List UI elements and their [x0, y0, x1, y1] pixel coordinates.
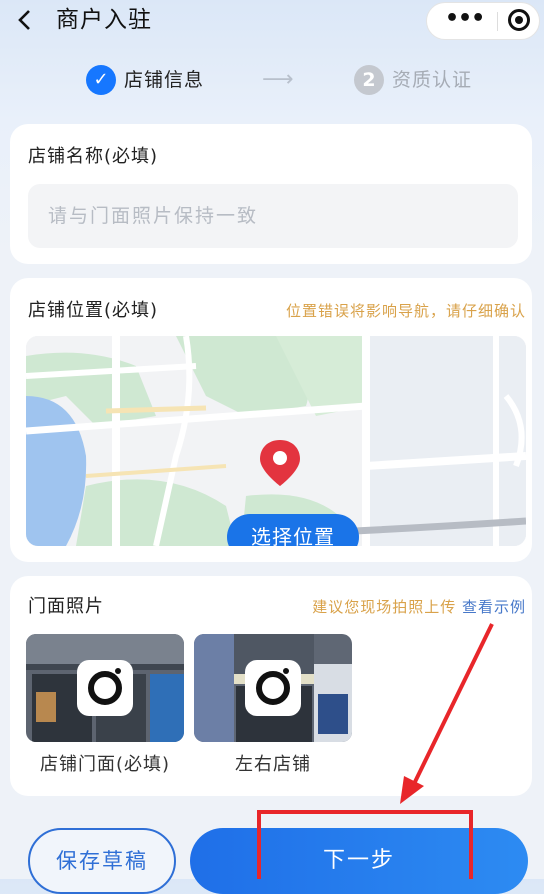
- storefront-photo-upload[interactable]: [26, 634, 184, 742]
- location-map[interactable]: 选择位置: [26, 336, 526, 546]
- nav-bar: 商户入驻 •••: [0, 0, 544, 46]
- save-draft-button[interactable]: 保存草稿: [28, 828, 176, 894]
- step-indicator: ✓ 店铺信息 ⟶ 2 资质认证: [0, 60, 544, 100]
- location-pin-icon: [260, 440, 300, 486]
- mini-program-capsule: •••: [426, 2, 540, 40]
- step-number-badge: 2: [354, 65, 384, 95]
- storefront-photo-card: 门面照片 建议您现场拍照上传 查看示例 店铺门面(必填) 左右店铺: [10, 576, 532, 796]
- step-label-qualification: 资质认证: [392, 69, 473, 91]
- page-title: 商户入驻: [56, 7, 152, 33]
- target-circle-icon[interactable]: [508, 9, 530, 31]
- chevron-left-icon[interactable]: [14, 5, 38, 35]
- more-dots-icon[interactable]: •••: [445, 3, 485, 39]
- step-arrow-icon: ⟶: [262, 67, 294, 92]
- annotation-highlight-box: [257, 810, 473, 879]
- store-name-label: 店铺名称(必填): [28, 146, 159, 167]
- check-circle-icon: ✓: [86, 65, 116, 95]
- select-location-button[interactable]: 选择位置: [227, 514, 359, 546]
- store-name-card: 店铺名称(必填): [10, 124, 532, 264]
- photo-hint: 建议您现场拍照上传 查看示例: [312, 596, 526, 618]
- store-name-input[interactable]: [28, 184, 518, 248]
- capsule-divider: [497, 12, 498, 31]
- photo-hint-text: 建议您现场拍照上传: [312, 598, 457, 616]
- camera-icon: [245, 660, 301, 716]
- neighbor-shops-photo-upload[interactable]: [194, 634, 352, 742]
- camera-icon: [77, 660, 133, 716]
- neighbor-shops-caption: 左右店铺: [235, 754, 311, 775]
- store-location-label: 店铺位置(必填): [28, 300, 159, 321]
- storefront-photo-caption: 店铺门面(必填): [39, 754, 171, 775]
- step-label-store-info: 店铺信息: [124, 69, 205, 91]
- view-example-link[interactable]: 查看示例: [462, 598, 526, 616]
- store-location-card: 店铺位置(必填) 位置错误将影响导航，请仔细确认 选择位置: [10, 278, 532, 562]
- location-hint: 位置错误将影响导航，请仔细确认: [285, 302, 526, 320]
- storefront-photo-label: 门面照片: [28, 596, 104, 617]
